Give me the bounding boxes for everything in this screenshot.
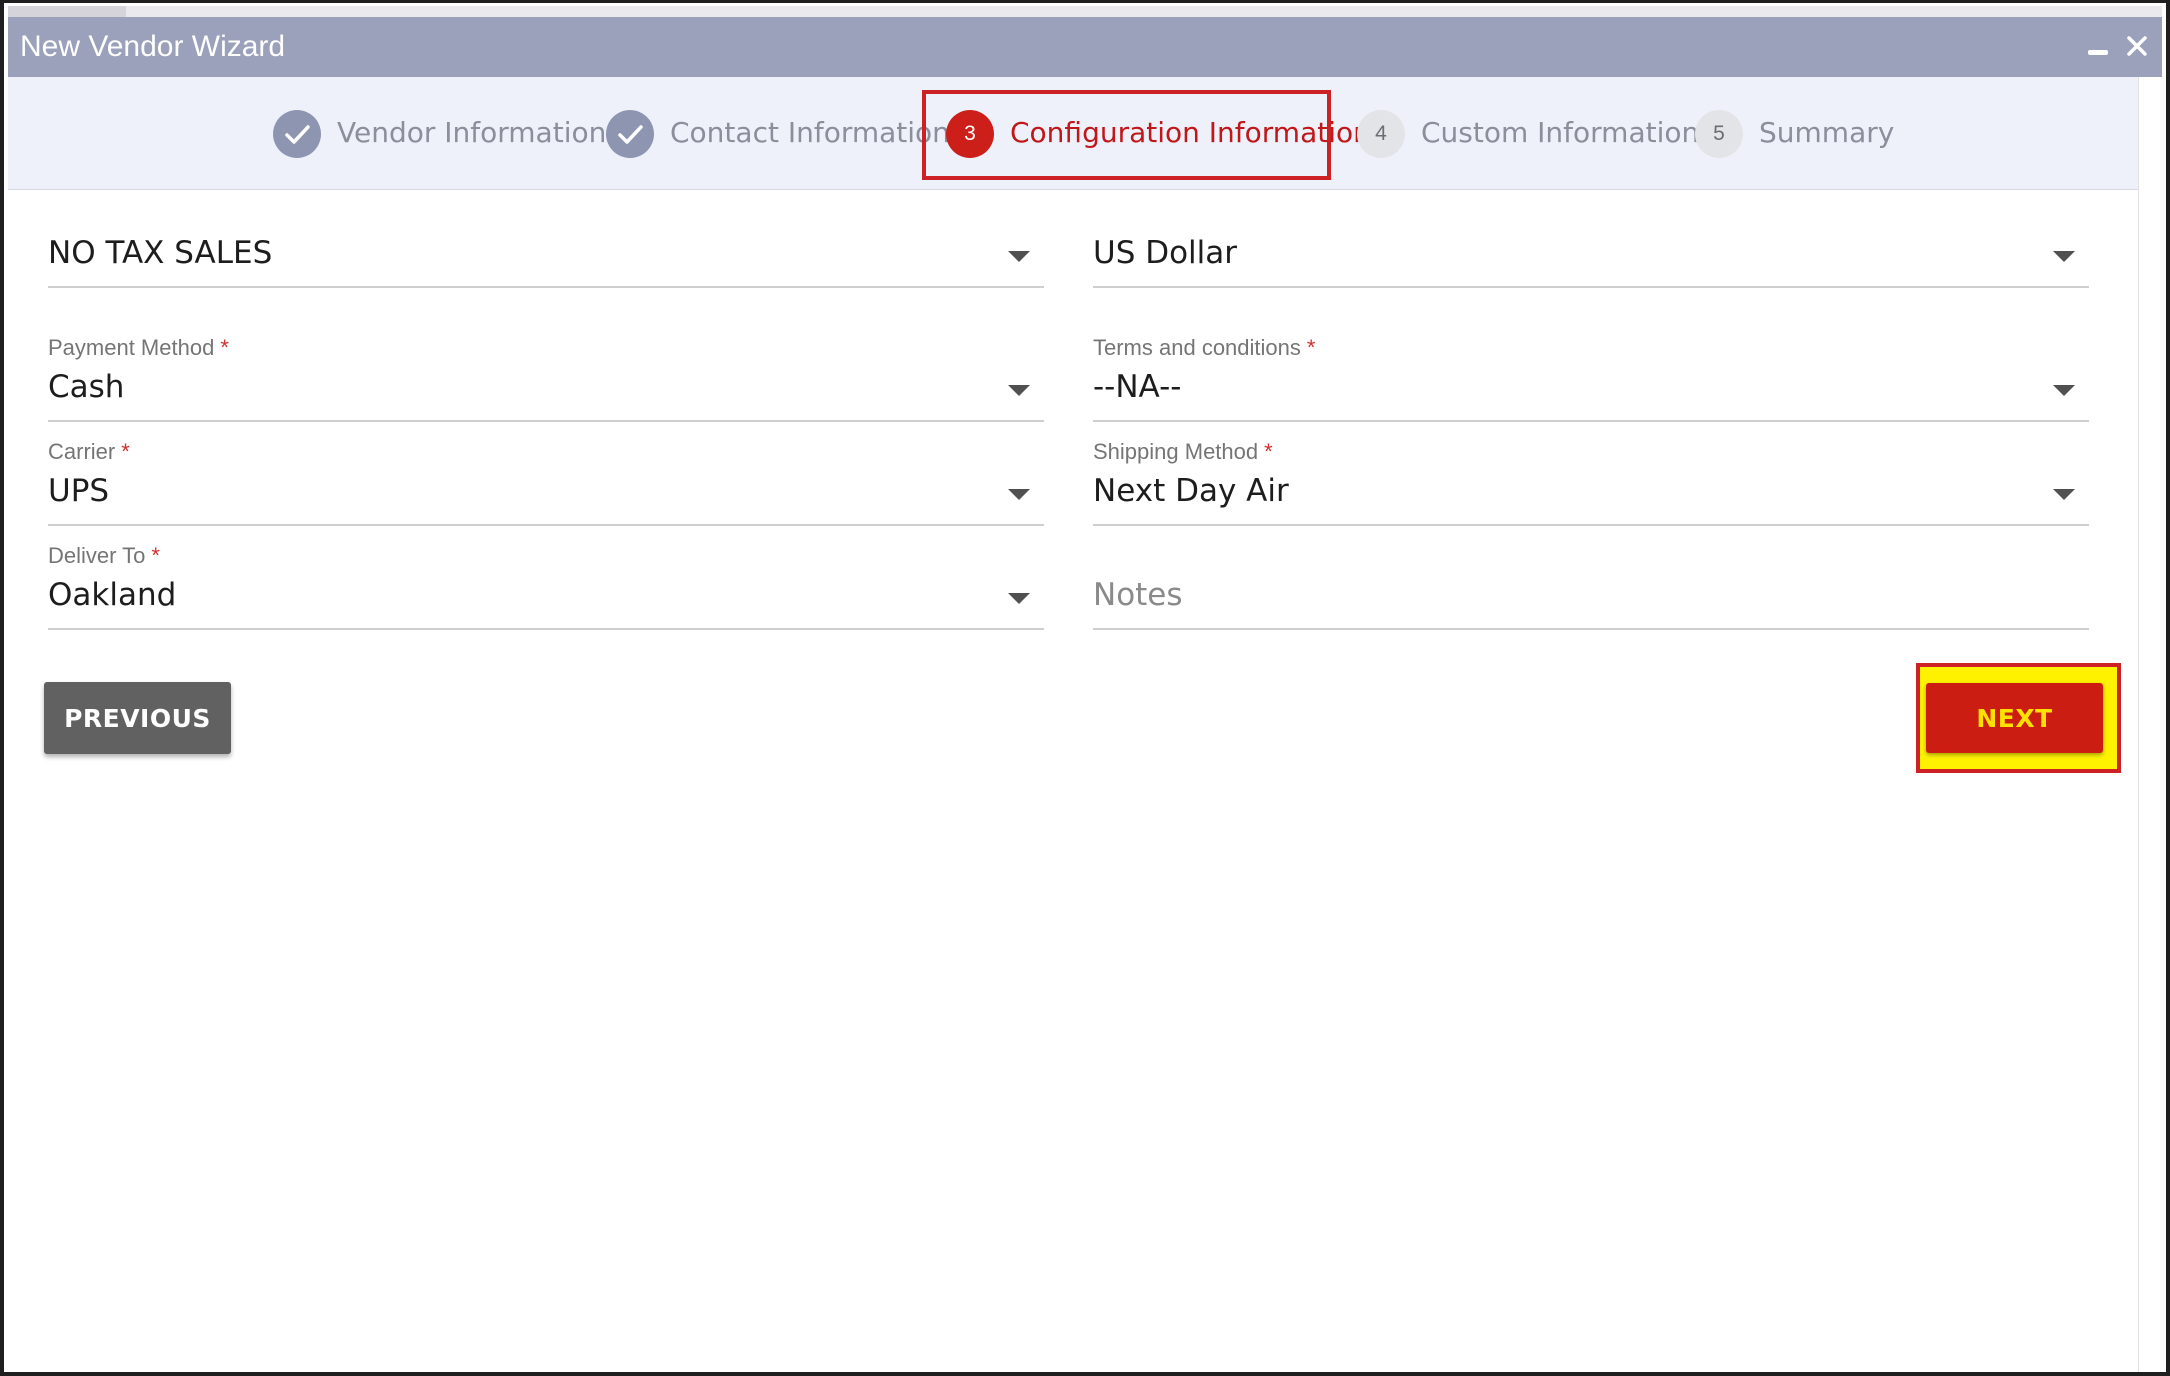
chevron-down-icon: [2053, 251, 2075, 262]
shipping-method-select[interactable]: Shipping Method * Next Day Air: [1093, 439, 2089, 539]
terms-label: Terms and conditions *: [1093, 335, 1316, 360]
terms-value: --NA--: [1093, 369, 1182, 405]
top-strip: [8, 6, 2162, 17]
title-bar: New Vendor Wizard: [8, 17, 2162, 77]
chevron-down-icon: [1008, 385, 1030, 396]
field-underline: [48, 524, 1044, 526]
next-button[interactable]: NEXT: [1926, 683, 2103, 753]
deliver-to-select[interactable]: Deliver To * Oakland: [48, 543, 1044, 643]
tax-value: NO TAX SALES: [48, 235, 273, 271]
notes-placeholder: Notes: [1093, 577, 1183, 613]
carrier-value: UPS: [48, 473, 110, 509]
carrier-label: Carrier *: [48, 439, 130, 464]
active-step-highlight: [922, 90, 1331, 180]
deliver-to-label: Deliver To *: [48, 543, 160, 568]
step-number: 4: [1357, 110, 1405, 158]
right-scroll-track: [2138, 77, 2166, 1372]
payment-method-value: Cash: [48, 369, 125, 405]
field-underline: [48, 628, 1044, 630]
minimize-icon[interactable]: [2080, 29, 2114, 63]
tab-marker: [8, 6, 126, 17]
field-underline: [1093, 524, 2089, 526]
step-number: 5: [1695, 110, 1743, 158]
step-label: Contact Information: [670, 116, 950, 149]
chevron-down-icon: [2053, 385, 2075, 396]
shipping-method-label: Shipping Method *: [1093, 439, 1273, 464]
tax-select[interactable]: NO TAX SALES: [48, 213, 1044, 313]
check-icon: [606, 110, 654, 158]
step-label: Custom Information: [1421, 116, 1700, 149]
field-underline: [1093, 420, 2089, 422]
notes-field[interactable]: Notes: [1093, 543, 2089, 643]
deliver-to-value: Oakland: [48, 577, 177, 613]
check-icon: [273, 110, 321, 158]
step-label: Vendor Information: [337, 116, 607, 149]
wizard-window: New Vendor Wizard Vendor Information Con…: [0, 0, 2170, 1376]
currency-value: US Dollar: [1093, 235, 1238, 271]
chevron-down-icon: [2053, 489, 2075, 500]
field-underline: [1093, 628, 2089, 630]
payment-method-select[interactable]: Payment Method * Cash: [48, 335, 1044, 435]
payment-method-label: Payment Method *: [48, 335, 229, 360]
chevron-down-icon: [1008, 251, 1030, 262]
step-label: Summary: [1759, 116, 1895, 149]
previous-button[interactable]: PREVIOUS: [44, 682, 231, 754]
currency-select[interactable]: US Dollar: [1093, 213, 2089, 313]
close-icon[interactable]: [2120, 29, 2154, 63]
chevron-down-icon: [1008, 593, 1030, 604]
terms-select[interactable]: Terms and conditions * --NA--: [1093, 335, 2089, 435]
carrier-select[interactable]: Carrier * UPS: [48, 439, 1044, 539]
field-underline: [48, 420, 1044, 422]
field-underline: [48, 286, 1044, 288]
chevron-down-icon: [1008, 489, 1030, 500]
field-underline: [1093, 286, 2089, 288]
shipping-method-value: Next Day Air: [1093, 473, 1289, 509]
window-title: New Vendor Wizard: [20, 30, 286, 63]
